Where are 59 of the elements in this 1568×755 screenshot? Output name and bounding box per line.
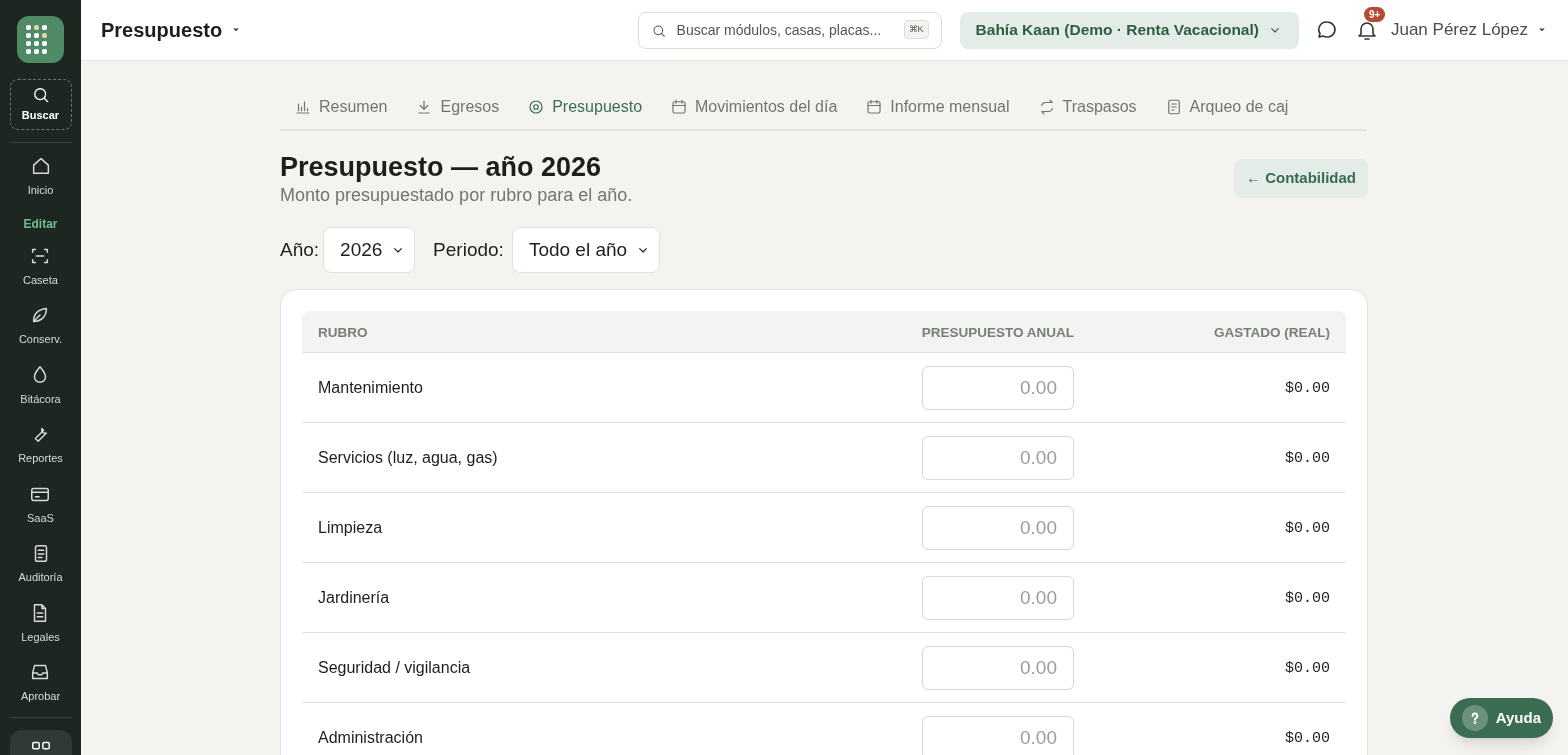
sidebar-item[interactable]: Bitácora (20, 363, 61, 407)
table-cell: $0.00 (1285, 589, 1330, 607)
select-field[interactable]: 2026 (323, 227, 416, 273)
help-button[interactable]: Ayuda (1449, 698, 1553, 738)
amount-input[interactable]: 0.00 (922, 365, 1074, 410)
table-cell: $0.00 (1285, 519, 1330, 537)
sidebar-item[interactable]: Legales (21, 601, 60, 645)
amount-input[interactable]: 0.00 (922, 575, 1074, 620)
page-subtitle: Monto presupuestado por rubro para el año. (280, 184, 633, 207)
sidebar-item[interactable]: Auditoría (18, 542, 63, 586)
page-menu-title[interactable]: Presupuesto (101, 15, 223, 45)
app-launcher-icon[interactable] (17, 16, 64, 63)
tab[interactable]: Movimientos del día (656, 85, 852, 129)
calendar-icon (865, 98, 884, 116)
page-title: Presupuesto — año 2026 (280, 151, 603, 183)
table-cell: $0.00 (1285, 379, 1330, 397)
user-menu[interactable]: Juan Pérez López (1390, 17, 1528, 43)
column-header: PRESUPUESTO ANUAL (921, 324, 1074, 340)
tab[interactable]: Arqueo de caj (1150, 85, 1303, 129)
filter-label: Periodo: (433, 237, 504, 262)
table-cell: Seguridad / vigilancia (318, 658, 471, 676)
column-header: RUBRO (318, 324, 368, 340)
amount-input[interactable]: 0.00 (922, 715, 1074, 755)
calendar-icon (670, 98, 689, 116)
table-cell: $0.00 (1285, 449, 1330, 467)
table-cell: $0.00 (1285, 729, 1330, 747)
amount-input[interactable]: 0.00 (922, 435, 1074, 480)
tab[interactable]: Presupuesto (513, 85, 657, 129)
column-header: GASTADO (REAL) (1214, 324, 1330, 340)
tab[interactable]: Traspasos (1023, 85, 1151, 129)
table-cell: Administración (318, 728, 423, 746)
amount-input[interactable]: 0.00 (922, 505, 1074, 550)
sidebar-item[interactable]: Reportes (18, 423, 63, 467)
target-icon (527, 98, 546, 116)
question-mark-icon (1461, 705, 1488, 731)
select-field[interactable]: Todo el año (511, 227, 660, 273)
bar-chart-icon (294, 98, 312, 116)
table-cell: Limpieza (318, 518, 383, 536)
table-cell: Jardinería (318, 588, 390, 606)
sidebar-item[interactable]: SaaS (27, 482, 54, 526)
sidebar-item[interactable]: Conserv. (18, 304, 63, 348)
search-icon (650, 22, 667, 39)
apps-button[interactable] (9, 729, 72, 755)
back-link[interactable]: ← Contabilidad (1234, 159, 1368, 198)
tab[interactable]: Resumen (280, 85, 402, 129)
tab[interactable]: Informe mensual (851, 85, 1024, 129)
notification-badge: 9+ (1363, 7, 1386, 22)
sidebar-item[interactable]: Caseta (23, 244, 58, 288)
filter-label: Año: (280, 237, 320, 262)
amount-input[interactable]: 0.00 (922, 645, 1074, 690)
table-cell: $0.00 (1285, 659, 1330, 677)
sidebar-item[interactable]: Inicio (27, 155, 54, 199)
sidebar-item[interactable]: Aprobar (20, 661, 61, 705)
table-cell: Mantenimiento (318, 378, 423, 396)
search-button[interactable]: Buscar (9, 79, 72, 130)
sidebar-section-label: Editar (23, 215, 58, 233)
table-cell: Servicios (luz, agua, gas) (318, 448, 498, 466)
tab[interactable]: Egresos (401, 85, 514, 129)
property-selector[interactable]: Bahía Kaan (Demo · Renta Vacacional) (959, 11, 1299, 49)
